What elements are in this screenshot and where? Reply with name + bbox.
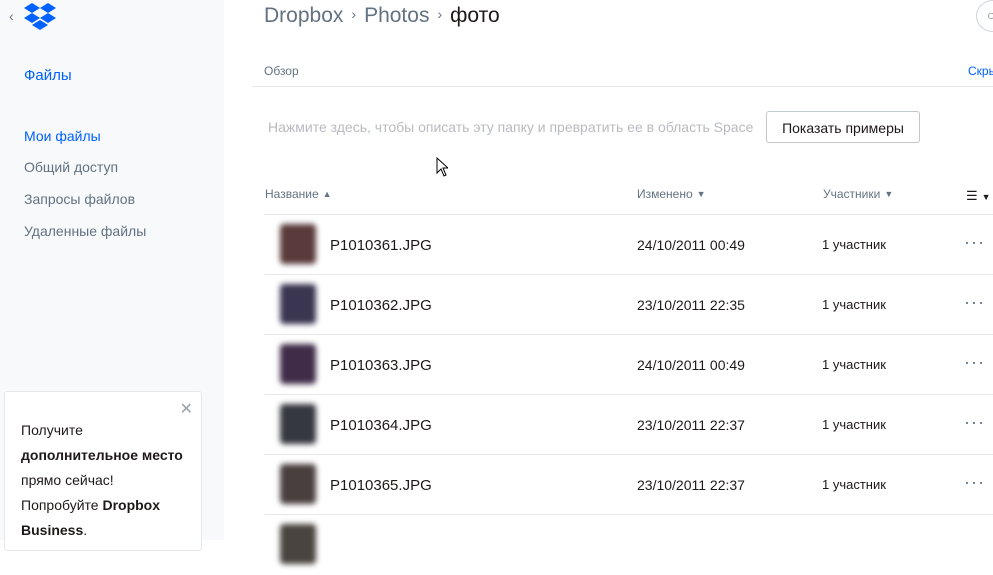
breadcrumb-separator-icon: ›	[351, 6, 357, 22]
sidebar-item-sharing[interactable]: Общий доступ	[24, 159, 118, 175]
chevron-left-icon[interactable]: ‹	[9, 8, 14, 24]
file-name[interactable]: P1010364.JPG	[330, 417, 432, 434]
dropbox-logo-icon[interactable]	[24, 2, 56, 35]
column-header-modified[interactable]: Изменено ▼	[637, 187, 706, 201]
folder-description-field[interactable]: Нажмите здесь, чтобы описать эту папку и…	[268, 119, 753, 135]
chevron-down-icon: ▼	[884, 189, 894, 199]
table-row[interactable]	[264, 515, 993, 575]
file-members: 1 участник	[822, 477, 886, 492]
column-header-members[interactable]: Участники ▼	[823, 187, 893, 201]
column-header-name-label: Название	[265, 187, 319, 201]
more-options-icon[interactable]: ···	[964, 292, 985, 313]
sidebar-item-file-requests[interactable]: Запросы файлов	[24, 191, 135, 207]
file-members: 1 участник	[822, 357, 886, 372]
chevron-down-icon: ▼	[981, 192, 991, 202]
column-header-members-label: Участники	[823, 187, 881, 201]
sidebar-title-files[interactable]: Файлы	[24, 67, 72, 84]
file-members: 1 участник	[822, 297, 886, 312]
breadcrumb-current: фото	[450, 4, 500, 27]
table-row[interactable]: P1010365.JPG 23/10/2011 22:37 1 участник…	[264, 455, 993, 515]
image-thumbnail	[280, 524, 316, 564]
show-examples-button[interactable]: Показать примеры	[766, 111, 920, 143]
breadcrumb: Dropbox › Photos › фото	[264, 4, 500, 28]
file-modified: 23/10/2011 22:37	[637, 477, 745, 493]
breadcrumb-dropbox[interactable]: Dropbox	[264, 4, 343, 27]
image-thumbnail	[280, 344, 316, 384]
more-options-icon[interactable]: ···	[964, 232, 985, 253]
search-icon: ○	[987, 7, 993, 23]
upgrade-promo: ✕ Получите дополнительное место прямо се…	[4, 391, 202, 551]
column-header-name[interactable]: Название ▲	[265, 187, 332, 201]
file-name[interactable]: P1010362.JPG	[330, 297, 432, 314]
file-name[interactable]: P1010365.JPG	[330, 477, 432, 494]
overview-label: Обзор	[264, 64, 299, 78]
file-modified: 24/10/2011 00:49	[637, 237, 745, 253]
divider	[252, 86, 993, 87]
breadcrumb-photos[interactable]: Photos	[364, 4, 429, 27]
image-thumbnail	[280, 224, 316, 264]
sidebar-item-my-files[interactable]: Мои файлы	[24, 128, 101, 144]
sort-up-icon: ▲	[322, 189, 332, 199]
column-header-modified-label: Изменено	[637, 187, 693, 201]
file-modified: 23/10/2011 22:35	[637, 297, 745, 313]
chevron-down-icon: ▼	[696, 189, 706, 199]
promo-line: Получите	[21, 422, 83, 438]
more-options-icon[interactable]: ···	[964, 472, 985, 493]
breadcrumb-separator-icon: ›	[437, 6, 443, 22]
file-members: 1 участник	[822, 417, 886, 432]
promo-line-bold: дополнительное место	[21, 447, 183, 463]
file-members: 1 участник	[822, 237, 886, 252]
image-thumbnail	[280, 284, 316, 324]
table-row[interactable]: P1010363.JPG 24/10/2011 00:49 1 участник…	[264, 335, 993, 395]
list-view-icon[interactable]: ☰ ▼	[966, 188, 991, 204]
table-row[interactable]: P1010362.JPG 23/10/2011 22:35 1 участник…	[264, 275, 993, 335]
close-icon[interactable]: ✕	[180, 399, 193, 419]
promo-link-dropbox[interactable]: Dropbox	[102, 497, 160, 513]
promo-line: Попробуйте	[21, 497, 103, 513]
image-thumbnail	[280, 464, 316, 504]
sidebar-item-deleted-files[interactable]: Удаленные файлы	[24, 223, 146, 239]
hide-overview-link[interactable]: Скры	[968, 64, 993, 78]
more-options-icon[interactable]: ···	[964, 352, 985, 373]
promo-line: прямо сейчас!	[21, 472, 114, 488]
file-name[interactable]: P1010361.JPG	[330, 237, 432, 254]
image-thumbnail	[280, 404, 316, 444]
more-options-icon[interactable]: ···	[964, 412, 985, 433]
mouse-cursor-icon	[436, 156, 450, 182]
sidebar: ‹ Файлы Мои файлы Общий доступ Запросы ф…	[0, 0, 224, 551]
file-modified: 24/10/2011 00:49	[637, 357, 745, 373]
file-name[interactable]: P1010363.JPG	[330, 357, 432, 374]
promo-link-business[interactable]: Business	[21, 522, 83, 538]
table-row[interactable]: P1010361.JPG 24/10/2011 00:49 1 участник…	[264, 215, 993, 275]
search-button[interactable]: ○	[976, 0, 993, 32]
promo-line: .	[83, 522, 88, 538]
table-row[interactable]: P1010364.JPG 23/10/2011 22:37 1 участник…	[264, 395, 993, 455]
file-modified: 23/10/2011 22:37	[637, 417, 745, 433]
promo-text: Получите дополнительное место прямо сейч…	[21, 418, 196, 543]
